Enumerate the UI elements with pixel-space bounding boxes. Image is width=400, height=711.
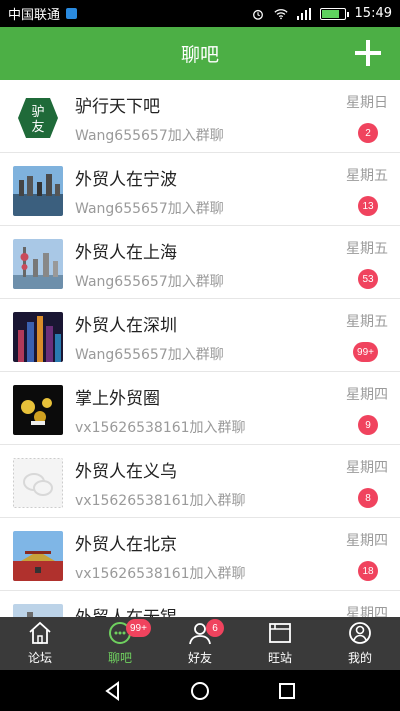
- chat-row[interactable]: 外贸人在上海 Wang655657加入群聊 星期五 53: [0, 226, 400, 299]
- svg-text:驴: 驴: [31, 104, 44, 120]
- notification-icon: [66, 8, 78, 19]
- tab-me[interactable]: 我的: [320, 617, 400, 670]
- group-avatar: [13, 531, 63, 581]
- group-avatar: [13, 239, 63, 289]
- unread-badge: 53: [358, 269, 378, 289]
- chat-time: 星期五: [346, 241, 388, 257]
- chat-name: 外贸人在上海: [75, 243, 177, 263]
- clock: 15:49: [354, 6, 392, 21]
- back-icon[interactable]: [102, 680, 124, 702]
- chat-preview: vx15626538161加入群聊: [75, 420, 246, 436]
- tab-forum[interactable]: 论坛: [0, 617, 80, 670]
- chat-row[interactable]: 驴友 驴行天下吧 Wang655657加入群聊 星期日 2: [0, 80, 400, 153]
- unread-badge: 13: [358, 196, 378, 216]
- window-icon: [269, 623, 291, 643]
- profile-icon: [349, 622, 371, 644]
- group-avatar: 驴友: [13, 93, 63, 143]
- unread-badge: 9: [358, 415, 378, 435]
- chat-list[interactable]: 驴友 驴行天下吧 Wang655657加入群聊 星期日 2 外贸人在宁波 Wan…: [0, 80, 400, 617]
- tab-label: 好友: [187, 651, 212, 665]
- signal-icon: [296, 7, 311, 20]
- chat-row[interactable]: 外贸人在义乌 vx15626538161加入群聊 星期四 8: [0, 445, 400, 518]
- home-icon: [29, 621, 51, 644]
- chat-preview: vx15626538161加入群聊: [75, 493, 246, 509]
- chat-time: 星期五: [346, 314, 388, 330]
- header-bar: 聊吧: [0, 27, 400, 80]
- unread-badge: 99+: [353, 342, 378, 362]
- home-circle-icon[interactable]: [189, 680, 211, 702]
- tab-label: 论坛: [27, 651, 52, 665]
- unread-badge: 18: [358, 561, 378, 581]
- wifi-icon: [273, 8, 288, 19]
- battery-icon: [319, 7, 349, 20]
- carrier-label: 中国联通: [8, 8, 61, 23]
- chat-row[interactable]: 掌上外贸圈 vx15626538161加入群聊 星期四 9: [0, 372, 400, 445]
- chat-name: 掌上外贸圈: [75, 389, 160, 409]
- tab-label: 旺站: [267, 651, 292, 665]
- chat-time: 星期五: [346, 168, 388, 184]
- chat-preview: Wang655657加入群聊: [75, 128, 224, 144]
- chat-name: 外贸人在义乌: [75, 462, 177, 482]
- chat-row[interactable]: 外贸人在无锡 星期四: [0, 591, 400, 617]
- tab-site[interactable]: 旺站: [240, 617, 320, 670]
- chat-time: 星期四: [346, 533, 388, 549]
- chat-preview: Wang655657加入群聊: [75, 201, 224, 217]
- alarm-icon: [252, 9, 263, 20]
- chat-preview: Wang655657加入群聊: [75, 347, 224, 363]
- chat-row[interactable]: 外贸人在深圳 Wang655657加入群聊 星期五 99+: [0, 299, 400, 372]
- group-avatar: [13, 458, 63, 508]
- system-nav-bar: [0, 670, 400, 711]
- chat-name: 驴行天下吧: [75, 97, 160, 117]
- chat-preview: Wang655657加入群聊: [75, 274, 224, 290]
- recents-icon[interactable]: [276, 680, 298, 702]
- chat-name: 外贸人在深圳: [75, 316, 177, 336]
- group-avatar: [13, 385, 63, 435]
- chat-row[interactable]: 外贸人在北京 vx15626538161加入群聊 星期四 18: [0, 518, 400, 591]
- svg-text:友: 友: [31, 119, 44, 135]
- chat-row[interactable]: 外贸人在宁波 Wang655657加入群聊 星期五 13: [0, 153, 400, 226]
- chat-preview: vx15626538161加入群聊: [75, 566, 246, 582]
- status-bar: 中国联通 15:49: [0, 0, 400, 27]
- group-avatar: [13, 166, 63, 216]
- group-avatar: [13, 604, 63, 617]
- chat-name: 外贸人在北京: [75, 535, 177, 555]
- page-title: 聊吧: [180, 44, 219, 66]
- add-icon[interactable]: [354, 39, 382, 67]
- unread-badge: 8: [358, 488, 378, 508]
- chat-time: 星期四: [346, 606, 388, 617]
- tab-badge: 6: [206, 619, 224, 637]
- tab-chat[interactable]: 聊吧 99+: [80, 617, 160, 670]
- tab-badge: 99+: [126, 619, 151, 637]
- chat-name: 外贸人在宁波: [75, 170, 177, 190]
- tab-label: 聊吧: [107, 651, 132, 665]
- chat-time: 星期日: [346, 95, 388, 111]
- tab-bar: 论坛 聊吧 99+ 好友 6 旺站 我的: [0, 617, 400, 670]
- chat-name: 外贸人在无锡: [75, 603, 177, 617]
- chat-time: 星期四: [346, 387, 388, 403]
- group-avatar: [13, 312, 63, 362]
- tab-friends[interactable]: 好友 6: [160, 617, 240, 670]
- tab-label: 我的: [347, 651, 372, 665]
- chat-time: 星期四: [346, 460, 388, 476]
- unread-badge: 2: [358, 123, 378, 143]
